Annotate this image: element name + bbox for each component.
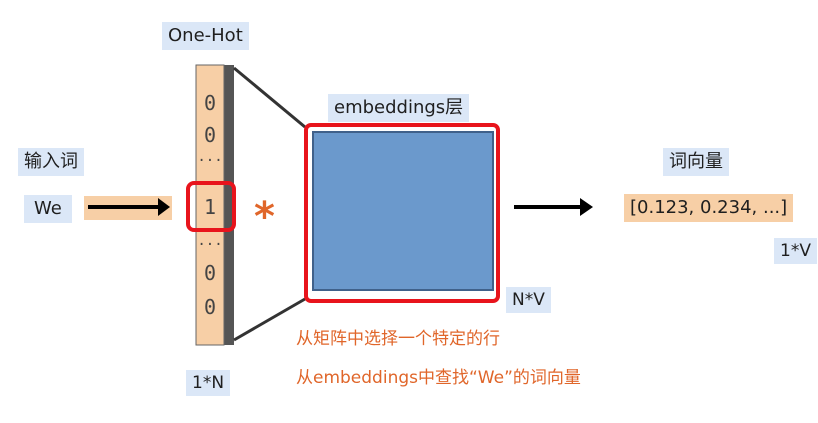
multiply-sign: *: [254, 194, 275, 240]
word-vector-value: [0.123, 0.234, ...]: [624, 194, 794, 222]
one-hot-digit: 0: [203, 295, 217, 319]
dim-1v-label: 1*V: [774, 238, 817, 264]
one-hot-digit: 0: [203, 261, 217, 285]
word-vector-label: 词向量: [663, 148, 729, 176]
one-hot-digit: 0: [203, 91, 217, 115]
input-word-value: We: [24, 195, 72, 223]
input-word-label: 输入词: [18, 148, 84, 176]
one-hot-vector: 0 0 ... 1 ... 0 0: [196, 65, 224, 345]
dim-nv-label: N*V: [506, 287, 551, 313]
one-hot-label: One-Hot: [162, 22, 249, 50]
embeddings-layer-label: embeddings层: [328, 94, 470, 122]
one-hot-dots: ...: [197, 233, 223, 249]
one-hot-selected-digit: 1: [203, 195, 217, 219]
caption-line-1: 从矩阵中选择一个特定的行: [296, 329, 500, 349]
output-arrow-head: [580, 198, 593, 216]
projection-top-line: [233, 66, 306, 129]
embedding-matrix: [312, 131, 494, 291]
dim-1n-label: 1*N: [186, 370, 231, 396]
projection-bottom-line: [233, 297, 306, 342]
caption-line-2: 从embeddings中查找“We”的词向量: [296, 368, 581, 388]
one-hot-dots: ...: [197, 149, 223, 165]
one-hot-digit: 0: [203, 123, 217, 147]
